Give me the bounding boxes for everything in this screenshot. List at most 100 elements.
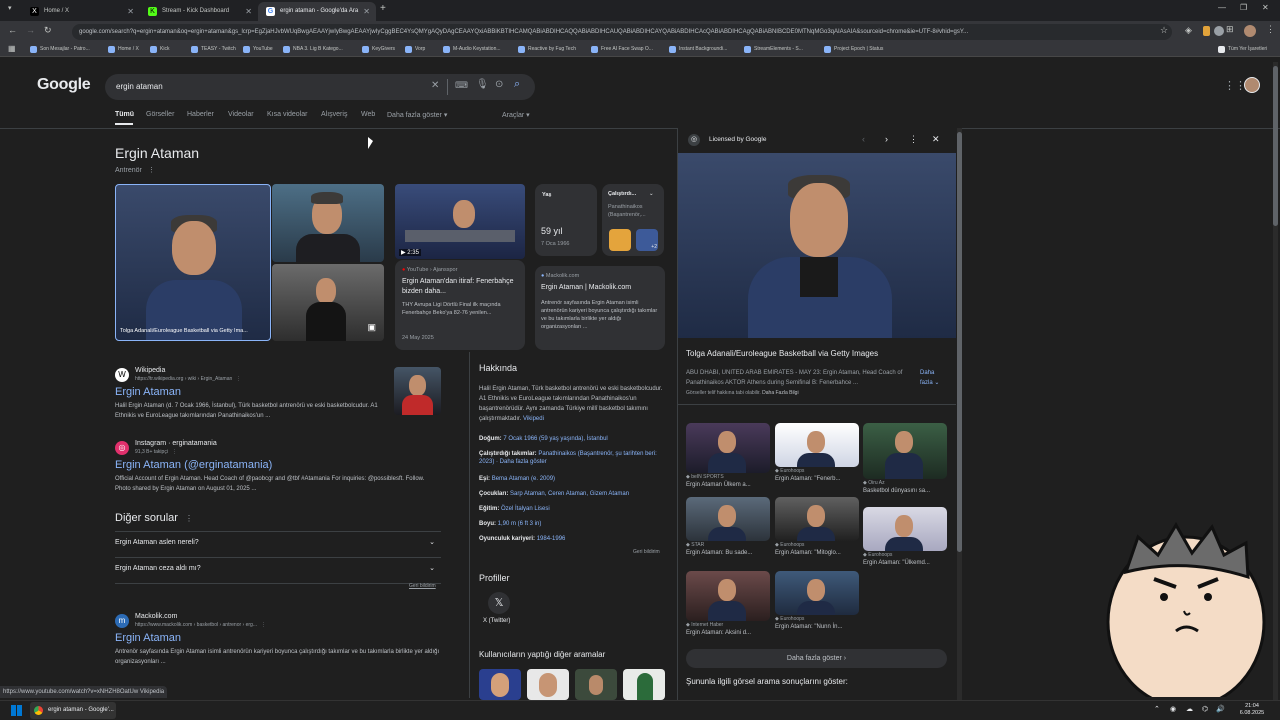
bookmark-item[interactable]: Home / X xyxy=(108,44,139,54)
feedback-link[interactable]: Geri bildirim xyxy=(633,549,660,555)
club-logo-more[interactable]: +2 xyxy=(636,229,658,251)
main-image[interactable]: Tolga Adanali/Euroleague Basketball via … xyxy=(115,184,271,341)
video-thumbnail[interactable]: ▶ 2:35 xyxy=(395,184,525,259)
related-image-caption[interactable]: Ergin Ataman: "Fenerb... xyxy=(775,476,841,482)
wikipedia-link[interactable]: Vikipedi xyxy=(523,416,544,422)
related-image-caption[interactable]: Ergin Ataman Ülkem a... xyxy=(686,482,751,488)
more-options-icon[interactable]: ⋮ xyxy=(148,167,155,174)
viewer-show-more-button[interactable]: Daha fazla göster › xyxy=(686,649,947,668)
search-icon[interactable]: ⌕ xyxy=(514,78,520,91)
taskbar-chrome-window[interactable]: ergin ataman - Google'... xyxy=(30,702,116,719)
more-options-icon[interactable]: ⋮ xyxy=(909,134,918,145)
related-image-tile[interactable] xyxy=(775,497,859,541)
viewer-image[interactable] xyxy=(678,153,956,338)
viewer-title[interactable]: Tolga Adanali/Euroleague Basketball via … xyxy=(686,349,878,358)
forward-icon[interactable]: → xyxy=(26,25,35,35)
back-icon[interactable]: ← xyxy=(8,25,17,35)
tray-icon[interactable]: ☁ xyxy=(1186,705,1193,713)
volume-icon[interactable]: 🔊 xyxy=(1216,705,1225,713)
new-tab-icon[interactable]: + xyxy=(380,3,386,14)
tab-0[interactable]: Tümü xyxy=(115,111,134,118)
related-search-image[interactable] xyxy=(479,669,521,700)
address-bar[interactable]: google.com/search?q=ergin+ataman&oq=ergi… xyxy=(72,24,1172,40)
bookmark-item[interactable]: Reactive by Fug Tech xyxy=(518,44,576,54)
next-icon[interactable]: › xyxy=(885,134,888,144)
bookmark-item[interactable]: Free AI Face Swap O... xyxy=(591,44,653,54)
clock[interactable]: 21:04 6.08.2025 xyxy=(1228,703,1276,717)
tab-search-icon[interactable]: ▾ xyxy=(8,4,12,12)
tray-chevron-icon[interactable]: ⌃ xyxy=(1154,705,1160,713)
search-input[interactable]: ergin ataman xyxy=(105,74,535,100)
clubs-card[interactable]: Çalıştırdı... ⌄ Panathinaikos (Başantren… xyxy=(602,184,664,256)
more-options-icon[interactable]: ⋮ xyxy=(172,449,177,455)
paa-question[interactable]: Ergin Ataman ceza aldı mı? ⌄ xyxy=(115,558,441,584)
clear-icon[interactable]: ✕ xyxy=(431,80,439,91)
bookmark-item[interactable]: KeyGivers xyxy=(362,44,395,54)
bookmark-item[interactable]: StreamElements - S... xyxy=(744,44,803,54)
related-image-caption[interactable]: Ergin Ataman: Aksini d... xyxy=(686,630,751,636)
google-logo[interactable]: Google xyxy=(37,76,91,94)
fact-value[interactable]: 1984-1996 xyxy=(537,536,566,542)
viewer-more-link[interactable]: Daha fazla ⌄ xyxy=(920,368,946,388)
paa-question[interactable]: Ergin Ataman aslen nereli? ⌄ xyxy=(115,532,441,558)
bookmark-item[interactable]: Kick xyxy=(150,44,169,54)
previous-icon[interactable]: ‹ xyxy=(862,134,865,144)
related-image-caption[interactable]: Ergin Ataman: "Ülkemd... xyxy=(863,560,930,566)
lens-icon[interactable]: ⊙ xyxy=(495,79,503,90)
window-close-icon[interactable]: ✕ xyxy=(1262,3,1269,12)
result-title-link[interactable]: Ergin Ataman xyxy=(115,632,181,644)
apps-grid-icon[interactable]: ⋮⋮ xyxy=(1224,79,1246,92)
related-image-tile[interactable] xyxy=(686,423,770,473)
extension-icon[interactable] xyxy=(1203,26,1210,36)
mackolik-card[interactable]: ● Mackolik.com Ergin Ataman | Mackolik.c… xyxy=(535,266,665,350)
tab-5[interactable]: Alışveriş xyxy=(321,111,347,118)
related-image-tile[interactable] xyxy=(863,507,947,551)
keyboard-icon[interactable]: ⌨ xyxy=(455,80,468,91)
profile-avatar[interactable] xyxy=(1244,25,1256,37)
tab-3[interactable]: Videolar xyxy=(228,111,254,118)
video-card[interactable]: ● YouTube › Ajansspor Ergin Ataman'dan i… xyxy=(395,260,525,350)
related-image-caption[interactable]: Ergin Ataman: "Mitoglo... xyxy=(775,550,841,556)
bookmark-star-icon[interactable]: ☆ xyxy=(1160,25,1168,36)
related-image-tile[interactable] xyxy=(686,497,770,541)
bookmark-item[interactable]: Son Mesajlar - Patro... xyxy=(30,44,90,54)
more-options-icon[interactable]: ⋮ xyxy=(261,622,266,628)
related-image-tile[interactable] xyxy=(686,571,770,621)
result-thumbnail[interactable] xyxy=(394,367,441,415)
tab-4[interactable]: Kısa videolar xyxy=(267,111,307,118)
fact-value[interactable]: 7 Ocak 1966 (59 yaş yaşında), İstanbul xyxy=(503,436,607,442)
related-image-caption[interactable]: Ergin Ataman: Bu sade... xyxy=(686,550,752,556)
related-search-image[interactable] xyxy=(623,669,665,700)
tab-2[interactable]: Haberler xyxy=(187,111,214,118)
more-options-icon[interactable]: ⋮ xyxy=(236,376,241,382)
bookmark-item[interactable]: YouTube xyxy=(243,44,273,54)
related-search-image[interactable] xyxy=(575,669,617,700)
close-icon[interactable]: ✕ xyxy=(932,134,940,145)
fact-value[interactable]: 1,90 m (6 ft 3 in) xyxy=(498,521,542,527)
tab-google[interactable]: G ergin ataman - Google'da Ara ✕ xyxy=(258,2,376,21)
chrome-menu-icon[interactable]: ⋮ xyxy=(1266,24,1275,35)
bookmark-item[interactable]: NBA 3. Lig B Katego... xyxy=(283,44,343,54)
copyright-link[interactable]: Daha Fazla Bilgi xyxy=(762,390,798,396)
image-thumbnail[interactable]: ▣ xyxy=(272,264,384,341)
tab-6[interactable]: Web xyxy=(361,111,375,118)
viewer-scrollbar[interactable] xyxy=(957,128,962,700)
tab-kick[interactable]: K Stream - Kick Dashboard ✕ xyxy=(140,2,258,21)
close-icon[interactable]: ✕ xyxy=(363,2,370,21)
account-avatar[interactable] xyxy=(1244,77,1260,93)
more-options-icon[interactable]: ⋮ xyxy=(185,514,193,523)
extensions-puzzle-icon[interactable]: ⊞ xyxy=(1226,24,1234,35)
apps-icon[interactable]: ▦ xyxy=(8,44,16,53)
related-image-tile[interactable] xyxy=(775,571,859,615)
windows-start-icon[interactable] xyxy=(11,705,22,716)
minimize-icon[interactable]: — xyxy=(1218,3,1226,12)
related-image-caption[interactable]: Basketbol dünyasını sa... xyxy=(863,488,930,494)
tray-icon[interactable]: ◉ xyxy=(1170,705,1176,713)
tab-1[interactable]: Görseller xyxy=(146,111,174,118)
related-image-tile[interactable] xyxy=(863,423,947,479)
tab-7[interactable]: Daha fazla göster ▾ xyxy=(387,111,447,119)
result-title-link[interactable]: Ergin Ataman xyxy=(115,386,181,398)
bookmark-item[interactable]: TEASY - Twitch xyxy=(191,44,236,54)
x-twitter-icon[interactable]: 𝕏 xyxy=(488,592,510,614)
bookmark-item[interactable]: M-Audio Keystation... xyxy=(443,44,501,54)
